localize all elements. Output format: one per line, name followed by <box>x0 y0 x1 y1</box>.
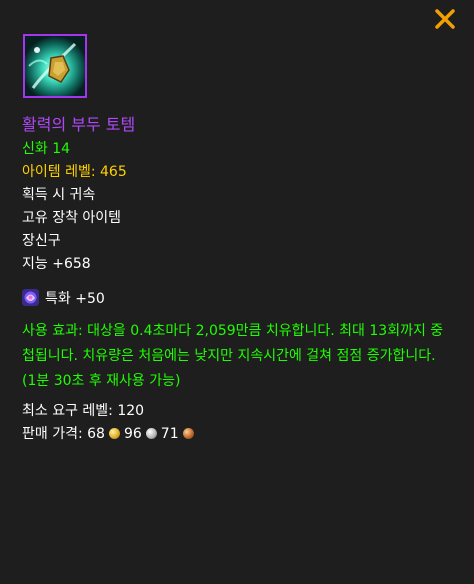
item-slot: 장신구 <box>22 233 61 249</box>
gold-coin-icon <box>108 428 120 439</box>
close-x-icon[interactable] <box>434 8 456 30</box>
secondary-stat: 특화 +50 <box>45 291 105 307</box>
silver-amount: 96 <box>123 426 142 442</box>
close-button[interactable] <box>428 4 462 34</box>
totem-icon[interactable] <box>23 34 87 98</box>
silver-coin-icon <box>145 428 157 439</box>
use-effect: 사용 효과: 대상을 0.4초마다 2,059만큼 치유합니다. 최대 13회까… <box>22 323 444 389</box>
required-level: 최소 요구 레벨: 120 <box>22 403 145 419</box>
item-unique: 고유 장착 아이템 <box>22 210 122 226</box>
item-difficulty: 신화 14 <box>22 141 71 157</box>
gold-amount: 68 <box>87 426 105 442</box>
primary-stat: 지능 +658 <box>22 256 91 272</box>
copper-coin-icon <box>182 428 194 439</box>
sell-price-label: 판매 가격: <box>22 426 88 442</box>
mastery-icon <box>22 289 39 306</box>
copper-amount: 71 <box>160 426 179 442</box>
secondary-stat-row: 특화 +50 <box>22 289 105 308</box>
item-level: 아이템 레벨: 465 <box>22 164 127 180</box>
item-binding: 획득 시 귀속 <box>22 187 96 203</box>
item-name: 활력의 부두 토템 <box>22 115 136 134</box>
sell-price: 판매 가격: 68 96 71 <box>22 425 198 443</box>
